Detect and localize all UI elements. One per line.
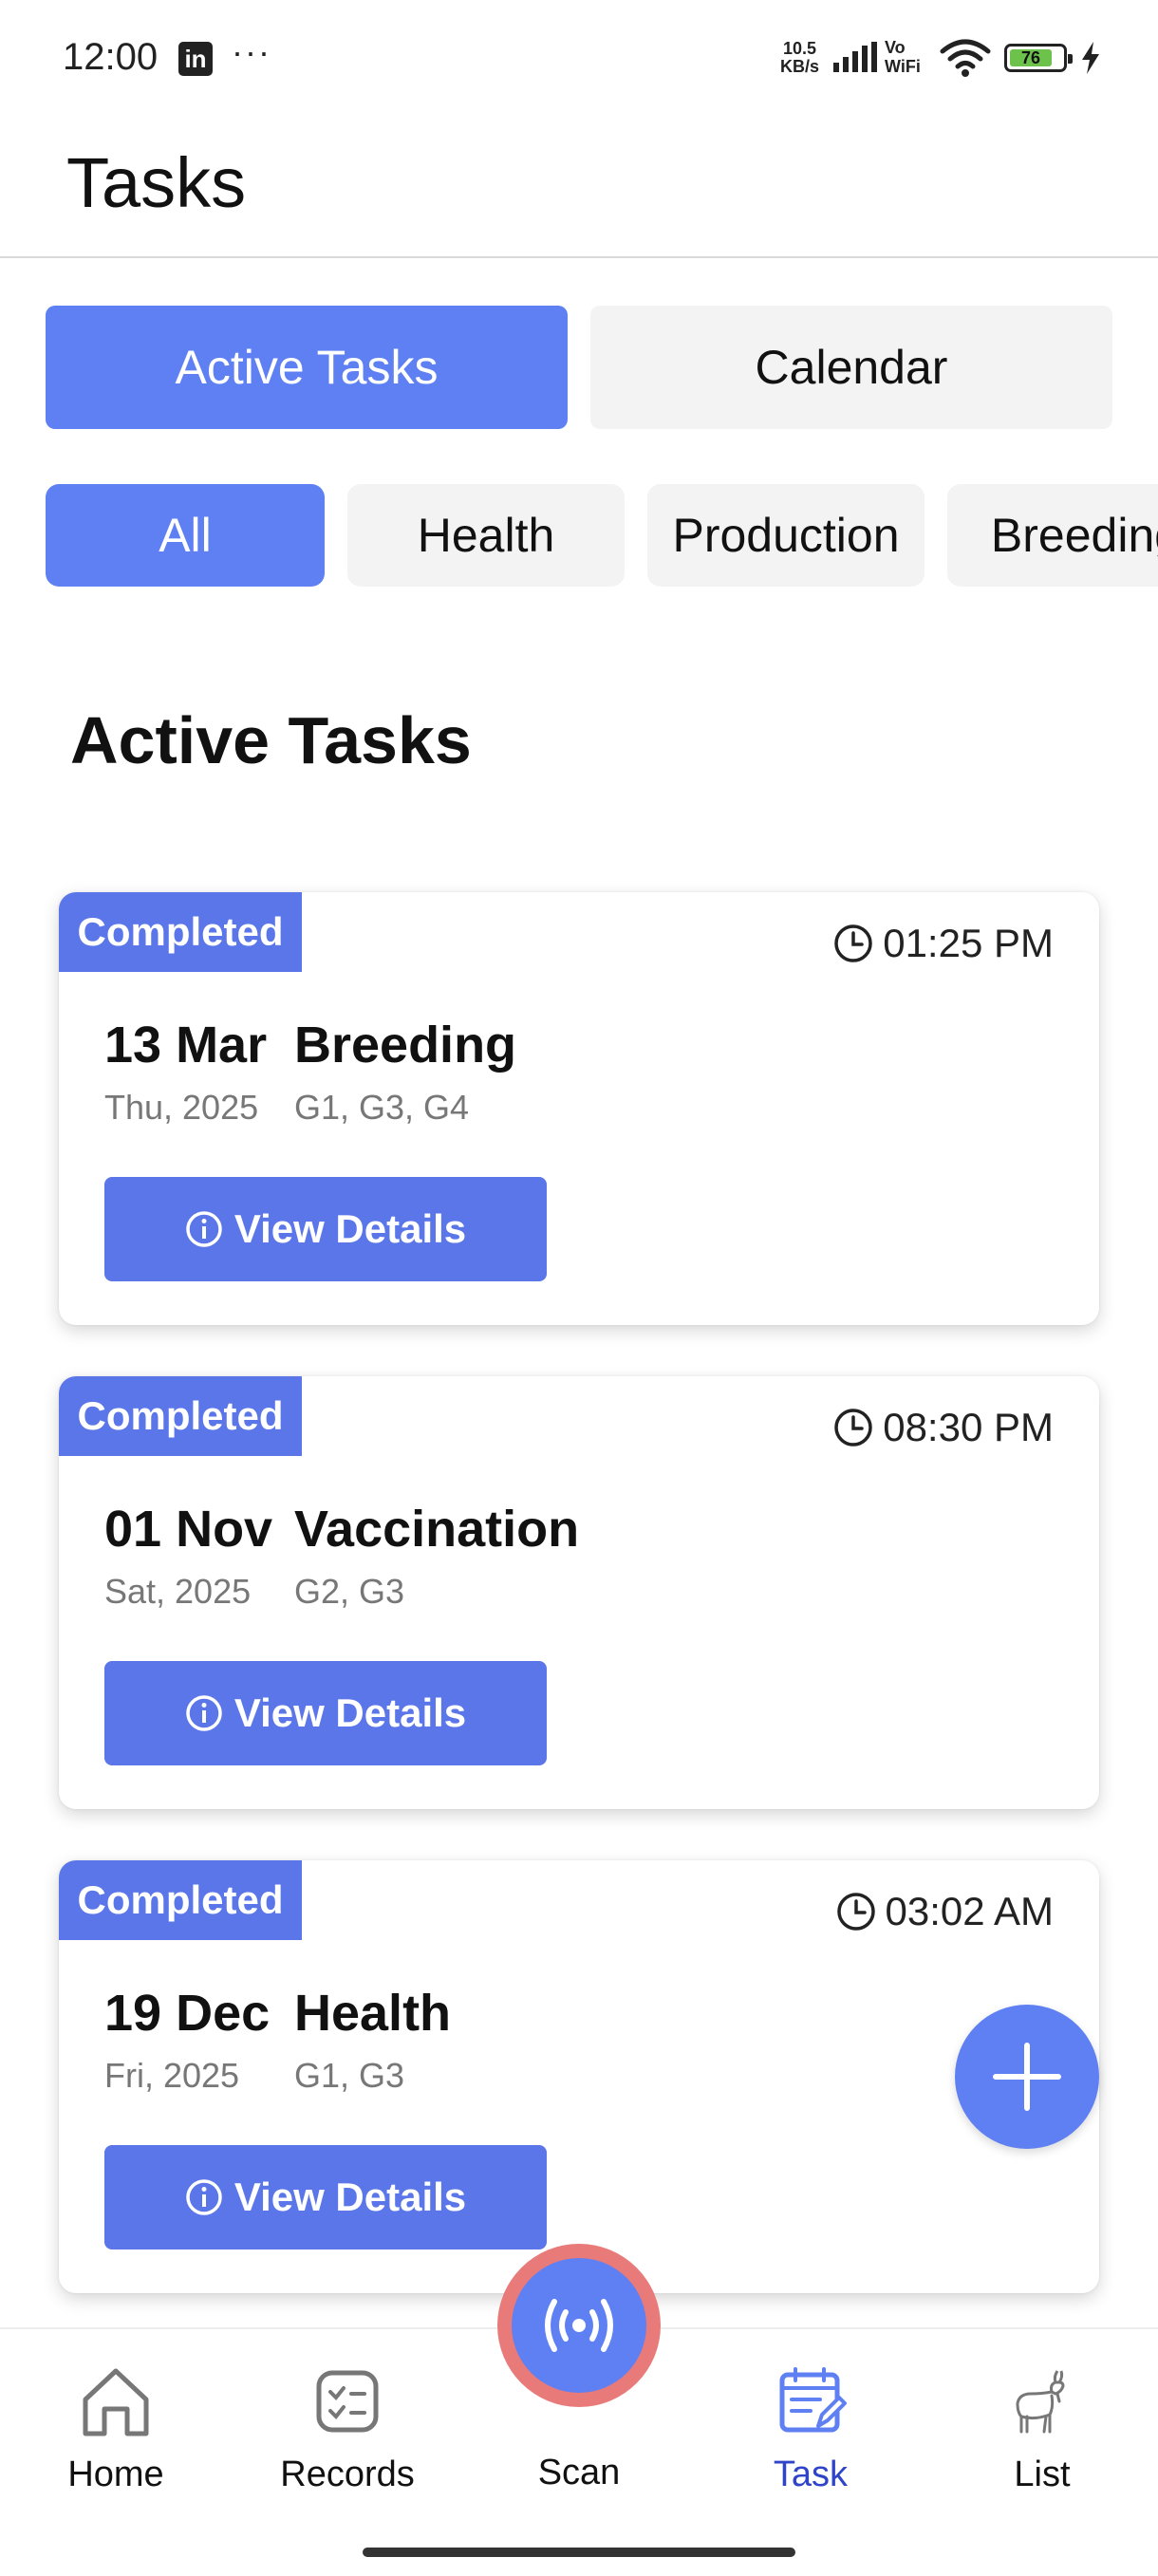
battery-level: 76: [1010, 49, 1052, 66]
filter-chip-breeding[interactable]: Breeding: [947, 484, 1158, 587]
more-notifications-icon: ···: [232, 32, 271, 71]
vowifi-indicator: Vo WiFi: [885, 38, 921, 76]
nav-records-label: Records: [280, 2455, 415, 2494]
home-icon: [83, 2368, 149, 2436]
info-icon: [186, 2179, 222, 2215]
page-title: Tasks: [66, 143, 247, 222]
task-time-text: 03:02 AM: [885, 1889, 1054, 1933]
status-badge: Completed: [59, 1376, 302, 1456]
status-bar: 12:00 in ··· 10.5 KB/s Vo WiFi 76: [0, 0, 1158, 114]
task-card: Completed 01:25 PM 13 Mar Breeding Thu, …: [59, 892, 1099, 1325]
task-date: 13 Mar: [104, 1017, 268, 1073]
tab-calendar[interactable]: Calendar: [590, 306, 1112, 429]
clock-icon: [834, 1409, 872, 1447]
view-details-label: View Details: [233, 1206, 467, 1251]
status-time: 12:00: [63, 36, 159, 78]
info-icon: [186, 1695, 222, 1731]
task-date: 01 Nov: [104, 1501, 273, 1558]
task-time-text: 08:30 PM: [883, 1405, 1054, 1449]
nav-list[interactable]: List: [938, 2363, 1147, 2495]
nav-task-label: Task: [773, 2455, 849, 2494]
task-card: Completed 08:30 PM 01 Nov Vaccination Sa…: [59, 1376, 1099, 1809]
scan-button[interactable]: [497, 2244, 661, 2407]
task-time: 01:25 PM: [833, 921, 1054, 966]
task-type: Breeding: [294, 1017, 517, 1073]
status-badge: Completed: [59, 892, 302, 972]
nav-home[interactable]: Home: [11, 2363, 220, 2495]
nav-home-label: Home: [67, 2455, 164, 2494]
task-time-text: 01:25 PM: [883, 921, 1054, 965]
clock-icon: [834, 924, 872, 962]
network-speed-value: 10.5: [782, 39, 817, 58]
view-details-button[interactable]: View Details: [104, 2145, 547, 2249]
plus-icon: [993, 2043, 1061, 2111]
info-icon: [186, 1211, 222, 1247]
nav-scan-label[interactable]: Scan: [475, 2453, 683, 2493]
view-details-button[interactable]: View Details: [104, 1177, 547, 1281]
home-indicator[interactable]: [363, 2548, 795, 2557]
task-type: Health: [294, 1985, 452, 2042]
signal-icon: [833, 42, 877, 72]
battery-icon: 76: [1004, 44, 1073, 72]
charging-icon: [1082, 42, 1099, 74]
app-header: Tasks: [0, 114, 1158, 258]
nav-task[interactable]: Task: [706, 2363, 915, 2495]
broadcast-icon: [545, 2299, 613, 2352]
task-day-year: Fri, 2025: [104, 2056, 240, 2095]
clock-icon: [836, 1893, 875, 1931]
task-type: Vaccination: [294, 1501, 580, 1558]
view-details-button[interactable]: View Details: [104, 1661, 547, 1765]
wifi-icon: [940, 39, 991, 77]
tab-active-tasks[interactable]: Active Tasks: [46, 306, 568, 429]
nav-records[interactable]: Records: [243, 2363, 452, 2495]
task-time: 03:02 AM: [836, 1889, 1054, 1934]
task-day-year: Thu, 2025: [104, 1088, 259, 1127]
task-date: 19 Dec: [104, 1985, 271, 2042]
view-details-label: View Details: [233, 2175, 467, 2219]
linkedin-icon: in: [178, 42, 213, 76]
network-speed-unit: KB/s: [780, 57, 820, 76]
task-groups: G2, G3: [294, 1572, 405, 1611]
checklist-icon: [316, 2370, 379, 2433]
filter-chip-health[interactable]: Health: [347, 484, 625, 587]
filter-chip-production[interactable]: Production: [647, 484, 925, 587]
vowifi-top: Vo: [885, 38, 906, 57]
goat-icon: [1016, 2370, 1065, 2434]
task-card: Completed 03:02 AM 19 Dec Health Fri, 20…: [59, 1860, 1099, 2293]
task-time: 08:30 PM: [833, 1405, 1054, 1450]
task-groups: G1, G3: [294, 2056, 405, 2095]
section-title: Active Tasks: [70, 703, 472, 777]
view-details-label: View Details: [233, 1690, 467, 1735]
scan-button-inner: [512, 2258, 646, 2393]
filter-chips: All Health Production Breeding: [0, 484, 1158, 587]
nav-list-label: List: [1014, 2455, 1071, 2494]
task-edit-icon: [779, 2367, 847, 2433]
network-speed: 10.5 KB/s: [780, 40, 819, 76]
vowifi-bottom: WiFi: [885, 57, 921, 76]
task-groups: G1, G3, G4: [294, 1088, 470, 1127]
add-task-button[interactable]: [955, 2005, 1099, 2149]
status-badge: Completed: [59, 1860, 302, 1940]
task-day-year: Sat, 2025: [104, 1572, 252, 1611]
filter-chip-all[interactable]: All: [46, 484, 325, 587]
